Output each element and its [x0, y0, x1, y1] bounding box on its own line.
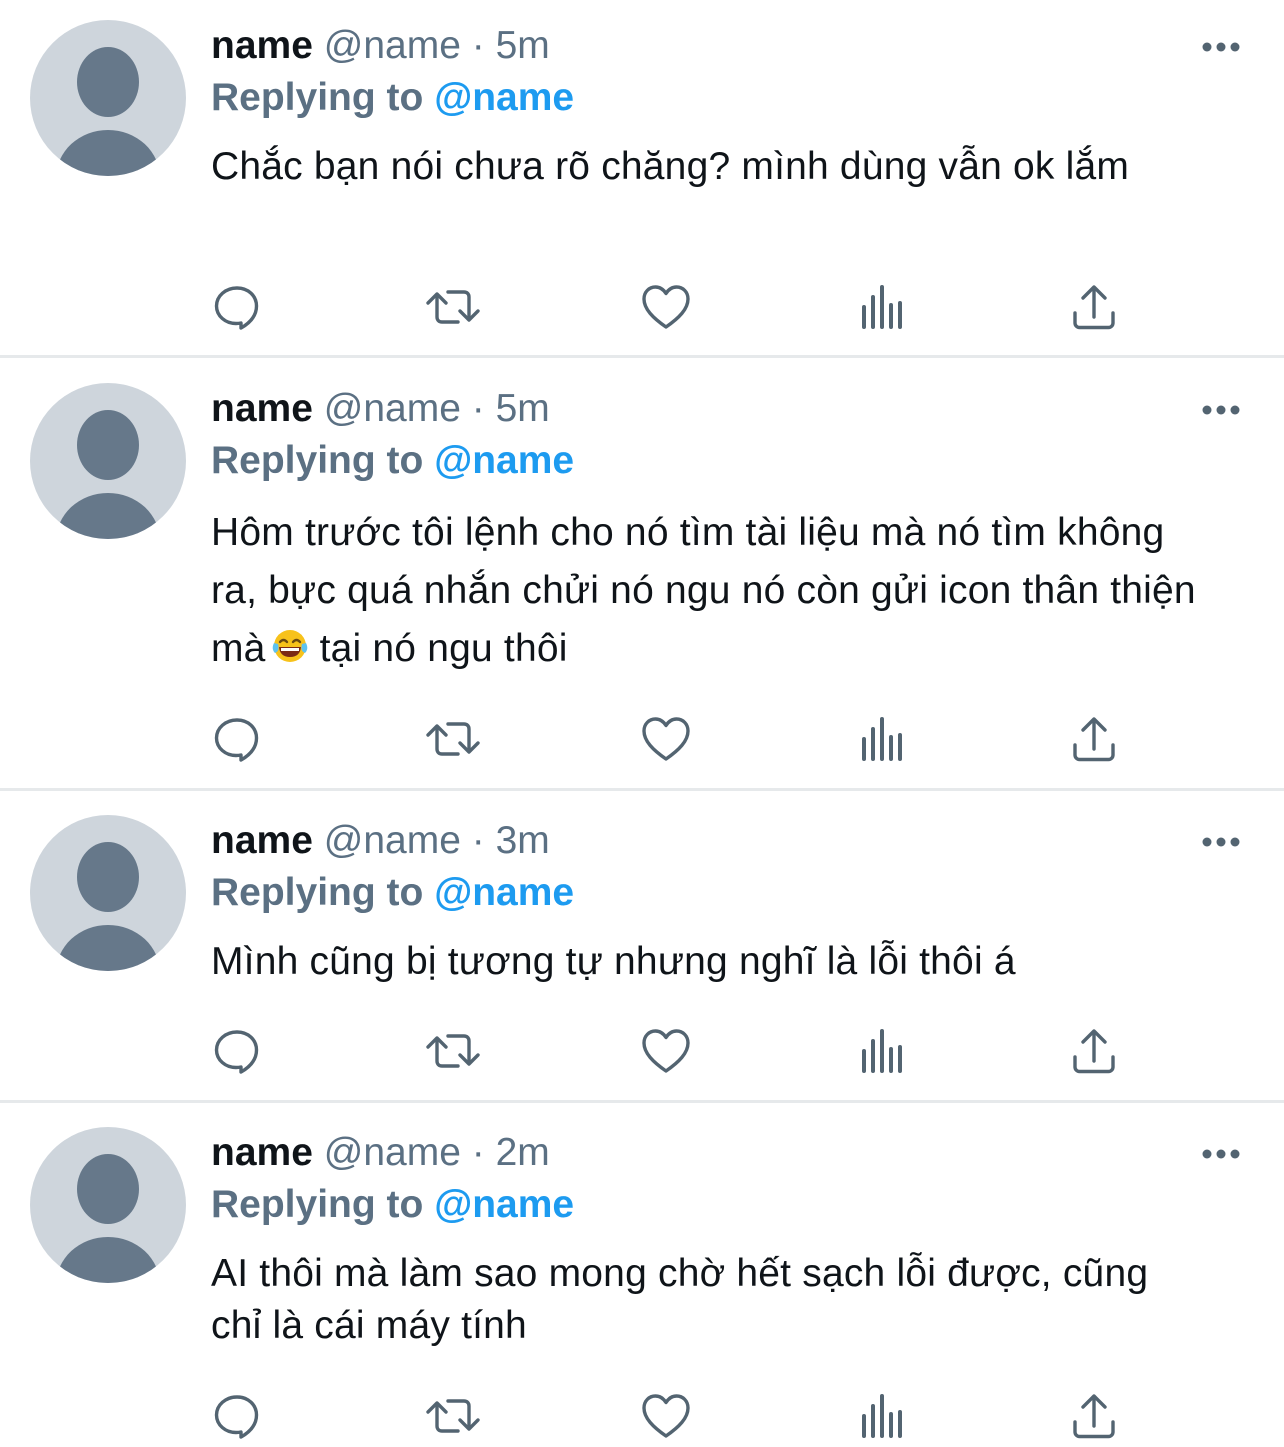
replying-mention-link[interactable]: @name	[434, 871, 574, 914]
like-button[interactable]	[641, 283, 691, 331]
retweet-icon	[426, 1399, 480, 1433]
share-icon	[1073, 1029, 1115, 1074]
timestamp[interactable]: 2m	[496, 1131, 550, 1174]
reply-button[interactable]	[211, 283, 261, 331]
retweet-button[interactable]	[425, 1027, 480, 1075]
display-name[interactable]: name	[211, 819, 313, 862]
tweet-actions	[211, 283, 1131, 331]
tweet-text-part: Chắc bạn nói chưa rõ chăng? mình dùng vẫ…	[211, 145, 1130, 188]
tweet-header: name @name · 5m	[211, 385, 550, 433]
tweet-header: name @name · 2m	[211, 1129, 550, 1177]
tweet-header: name @name · 5m	[211, 22, 550, 70]
analytics-icon	[862, 285, 902, 329]
retweet-icon	[426, 722, 480, 756]
tweet-text: Chắc bạn nói chưa rõ chăng? mình dùng vẫ…	[211, 141, 1191, 193]
avatar[interactable]	[30, 383, 186, 539]
display-name[interactable]: name	[211, 1131, 313, 1174]
replying-label: Replying to	[211, 871, 424, 914]
replying-label: Replying to	[211, 76, 424, 119]
tweet[interactable]: name @name · 3m Replying to @name Mình c…	[0, 791, 1284, 1100]
tweet-text-part: Mình cũng bị tương tự nhưng nghĩ là lỗi …	[211, 940, 1016, 983]
separator-dot: ·	[471, 819, 485, 862]
like-icon	[642, 717, 690, 761]
retweet-button[interactable]	[425, 283, 480, 331]
retweet-button[interactable]	[425, 715, 480, 763]
face-with-tears-of-joy-emoji	[272, 630, 307, 662]
separator-dot: ·	[471, 24, 485, 67]
user-handle[interactable]: @name	[324, 819, 461, 862]
analytics-button[interactable]	[857, 283, 907, 331]
reply-icon	[214, 1030, 259, 1074]
replying-to: Replying to @name	[211, 869, 574, 917]
tweet-actions	[211, 1392, 1131, 1440]
avatar[interactable]	[30, 815, 186, 971]
tweet-text-part: tại nó ngu thôi	[319, 627, 568, 670]
tweet[interactable]: name @name · 5m Replying to @name Chắc b…	[0, 0, 1284, 355]
timestamp[interactable]: 3m	[496, 819, 550, 862]
reply-button[interactable]	[211, 715, 261, 763]
replying-label: Replying to	[211, 439, 424, 482]
replying-mention-link[interactable]: @name	[434, 76, 574, 119]
share-icon	[1073, 717, 1115, 762]
analytics-icon	[862, 717, 902, 761]
tweet[interactable]: name @name · 5m Replying to @name Hôm tr…	[0, 358, 1284, 788]
reply-button[interactable]	[211, 1027, 261, 1075]
timestamp[interactable]: 5m	[496, 387, 550, 430]
tweet-text: Mình cũng bị tương tự nhưng nghĩ là lỗi …	[211, 936, 1221, 988]
reply-icon	[214, 286, 259, 330]
like-icon	[642, 1029, 690, 1073]
replying-label: Replying to	[211, 1183, 424, 1226]
more-options-icon[interactable]	[1200, 40, 1242, 54]
user-handle[interactable]: @name	[324, 24, 461, 67]
reply-icon	[214, 718, 259, 762]
replying-mention-link[interactable]: @name	[434, 1183, 574, 1226]
timestamp[interactable]: 5m	[496, 24, 550, 67]
tweet-text-part: AI thôi mà làm sao mong chờ hết sạch lỗi…	[211, 1252, 1149, 1347]
analytics-button[interactable]	[857, 1027, 907, 1075]
like-button[interactable]	[641, 1027, 691, 1075]
replying-mention-link[interactable]: @name	[434, 439, 574, 482]
more-options-icon[interactable]	[1200, 1147, 1242, 1161]
share-button[interactable]	[1069, 715, 1119, 763]
tweet-actions	[211, 715, 1131, 763]
analytics-icon	[862, 1029, 902, 1073]
retweet-icon	[426, 1034, 480, 1068]
like-button[interactable]	[641, 715, 691, 763]
replying-to: Replying to @name	[211, 437, 574, 485]
share-button[interactable]	[1069, 1027, 1119, 1075]
separator-dot: ·	[471, 387, 485, 430]
retweet-button[interactable]	[425, 1392, 480, 1440]
like-icon	[642, 1394, 690, 1438]
user-handle[interactable]: @name	[324, 1131, 461, 1174]
share-icon	[1073, 1394, 1115, 1439]
display-name[interactable]: name	[211, 387, 313, 430]
share-button[interactable]	[1069, 1392, 1119, 1440]
separator-dot: ·	[471, 1131, 485, 1174]
analytics-icon	[862, 1394, 902, 1438]
analytics-button[interactable]	[857, 715, 907, 763]
tweet-text: AI thôi mà làm sao mong chờ hết sạch lỗi…	[211, 1248, 1196, 1352]
replying-to: Replying to @name	[211, 74, 574, 122]
share-button[interactable]	[1069, 283, 1119, 331]
replying-to: Replying to @name	[211, 1181, 574, 1229]
reply-icon	[214, 1395, 259, 1439]
avatar[interactable]	[30, 1127, 186, 1283]
tweet-actions	[211, 1027, 1131, 1075]
analytics-button[interactable]	[857, 1392, 907, 1440]
like-button[interactable]	[641, 1392, 691, 1440]
tweet[interactable]: name @name · 2m Replying to @name AI thô…	[0, 1103, 1284, 1447]
reply-button[interactable]	[211, 1392, 261, 1440]
tweet-text: Hôm trước tôi lệnh cho nó tìm tài liệu m…	[211, 504, 1201, 678]
share-icon	[1073, 285, 1115, 330]
avatar[interactable]	[30, 20, 186, 176]
like-icon	[642, 285, 690, 329]
tweet-header: name @name · 3m	[211, 817, 550, 865]
display-name[interactable]: name	[211, 24, 313, 67]
user-handle[interactable]: @name	[324, 387, 461, 430]
retweet-icon	[426, 290, 480, 324]
more-options-icon[interactable]	[1200, 835, 1242, 849]
more-options-icon[interactable]	[1200, 403, 1242, 417]
